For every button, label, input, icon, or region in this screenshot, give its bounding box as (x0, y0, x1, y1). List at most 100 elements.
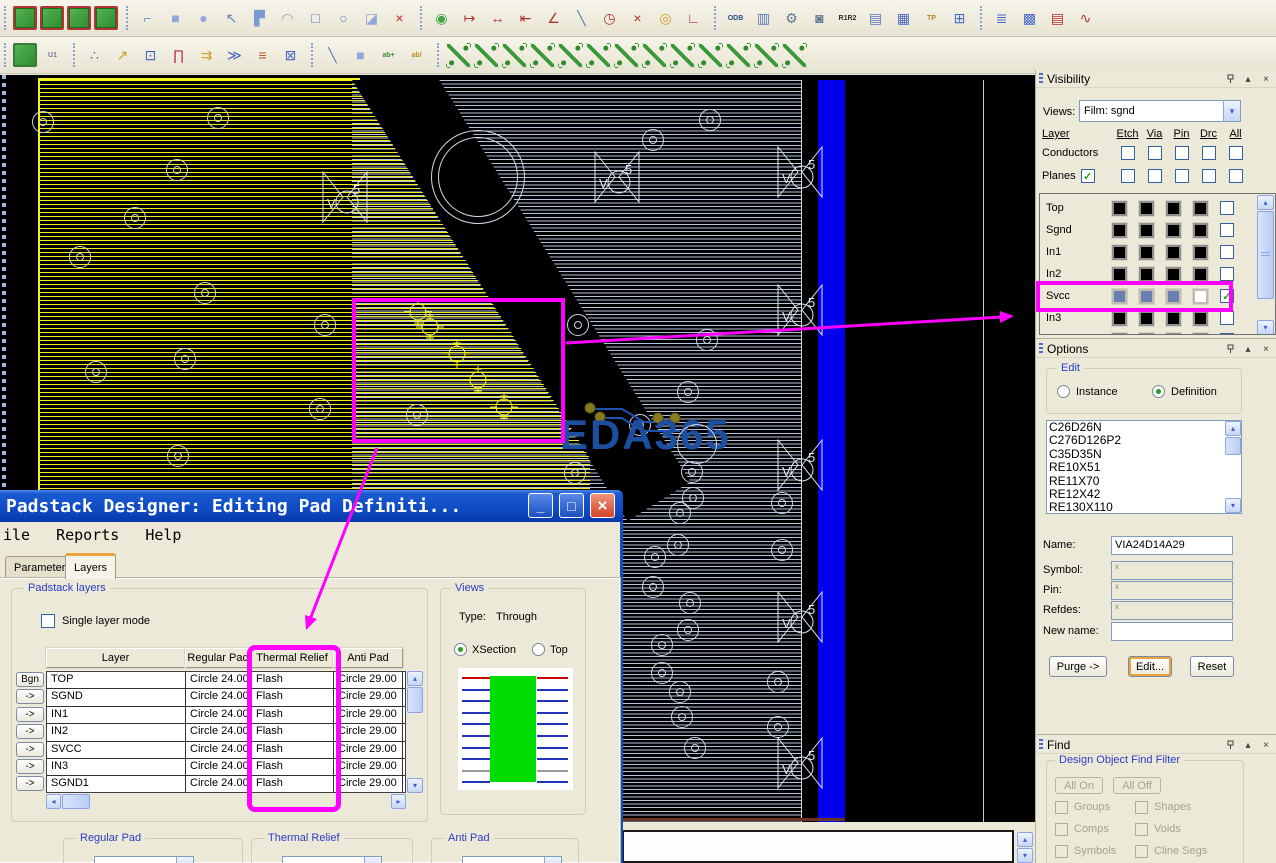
layer-color-swatch[interactable] (1112, 311, 1127, 326)
menu-ile[interactable]: ile (3, 526, 30, 544)
pin-dimension-icon[interactable]: ↦ (457, 6, 482, 31)
board-new-icon[interactable] (13, 6, 37, 30)
delete-vertex-icon[interactable]: × (387, 6, 412, 31)
toolbar-grip[interactable] (980, 6, 985, 30)
planes-drc-checkbox[interactable] (1202, 169, 1216, 183)
purge-button[interactable]: Purge -> (1049, 656, 1107, 677)
scroll-thumb[interactable] (407, 687, 423, 713)
conductors-all-checkbox[interactable] (1229, 146, 1243, 160)
find-checkbox[interactable] (1135, 845, 1148, 858)
toolbar-grip[interactable] (73, 43, 78, 67)
board-open-icon[interactable] (40, 6, 64, 30)
scroll-left-icon[interactable]: ◂ (46, 794, 61, 809)
collapse-icon[interactable]: ▴ (1241, 738, 1255, 752)
menu-reports[interactable]: Reports (56, 526, 119, 544)
regular-pad-cell[interactable]: Circle 24.00 (186, 672, 252, 688)
layer-color-swatch[interactable] (1112, 223, 1127, 238)
collapse-icon[interactable]: ▴ (1241, 342, 1255, 356)
status-rat-icon[interactable] (726, 43, 751, 68)
visibility-titlebar[interactable]: Visibility ▴ × (1036, 70, 1276, 88)
dimension-origin-icon[interactable]: ⇤ (513, 6, 538, 31)
layer-color-swatch[interactable] (1112, 245, 1127, 260)
padstack-list-item[interactable]: RE10X51 (1047, 461, 1241, 474)
minimize-button[interactable]: _ (528, 493, 553, 518)
column-header-via[interactable]: Via (1147, 128, 1163, 140)
single-layer-mode-checkbox[interactable]: Single layer mode (41, 614, 150, 628)
scroll-up-icon[interactable]: ▴ (1017, 832, 1033, 847)
toolbar-grip[interactable] (4, 6, 9, 30)
regular-pad-cell[interactable]: Circle 24.00 (186, 724, 252, 740)
layer-color-swatch[interactable] (1193, 267, 1208, 282)
step-route-icon[interactable]: ∏ (166, 43, 191, 68)
views-dropdown[interactable]: Film: sgnd ▾ (1079, 100, 1241, 122)
definition-radio[interactable]: Definition (1152, 385, 1217, 398)
layer-color-swatch[interactable] (1166, 333, 1181, 336)
drc-note-icon[interactable]: ▤ (1045, 6, 1070, 31)
board-zoom-icon[interactable]: ◉ (429, 6, 454, 31)
menu-help[interactable]: Help (145, 526, 181, 544)
close-icon[interactable]: × (1259, 72, 1273, 86)
find-checkbox[interactable] (1135, 801, 1148, 814)
layer-color-swatch[interactable] (1139, 201, 1154, 216)
layer-stack-icon[interactable]: ▥ (751, 6, 776, 31)
padstack-list-item[interactable]: C26D26N (1047, 421, 1241, 434)
layer-row-in1[interactable]: In1 (1040, 241, 1275, 263)
layer-color-swatch[interactable] (1193, 311, 1208, 326)
planes-checkbox[interactable]: ✓ (1081, 169, 1095, 183)
layer-row-partial[interactable] (1040, 329, 1275, 335)
close-icon[interactable]: × (1259, 342, 1273, 356)
layer-cell[interactable]: IN2 (47, 724, 186, 740)
add-rect-icon[interactable]: ■ (348, 43, 373, 68)
import-rat-icon[interactable] (670, 43, 695, 68)
find-checkbox[interactable] (1055, 801, 1068, 814)
show-rats-icon[interactable] (446, 43, 471, 68)
layer-color-swatch[interactable] (1139, 267, 1154, 282)
anti-pad-cell[interactable]: Circle 29.00 (334, 742, 403, 758)
planes-all-checkbox[interactable] (1229, 169, 1243, 183)
scroll-down-icon[interactable]: ▾ (1017, 848, 1033, 863)
pin-icon[interactable] (1223, 738, 1237, 752)
corner-angle-icon[interactable]: ∟ (681, 6, 706, 31)
layer-color-swatch[interactable] (1112, 333, 1127, 336)
layer-color-swatch[interactable] (1193, 223, 1208, 238)
row-button-in2[interactable]: -> (16, 724, 44, 739)
layer-color-swatch[interactable] (1166, 267, 1181, 282)
edit-text-icon[interactable]: ab/ (404, 43, 429, 68)
scroll-up-icon[interactable]: ▴ (407, 671, 423, 686)
chevron-down-icon[interactable]: ▾ (544, 857, 561, 863)
conductors-etch-checkbox[interactable] (1121, 146, 1135, 160)
dialog-titlebar[interactable]: Padstack Designer: Editing Pad Definiti.… (0, 490, 623, 522)
toolbar-grip[interactable] (714, 6, 719, 30)
padstack-list-item[interactable]: RE130X110 (1047, 501, 1241, 514)
padstack-row-in2[interactable]: IN2Circle 24.00FlashCircle 29.00 (47, 724, 405, 741)
list-red-icon[interactable]: ≡ (250, 43, 275, 68)
anti-pad-cell[interactable]: Circle 29.00 (334, 759, 403, 775)
layer-all-checkbox[interactable] (1220, 311, 1234, 325)
instance-radio[interactable]: Instance (1057, 385, 1118, 398)
scroll-down-icon[interactable]: ▾ (407, 778, 423, 793)
layer-cell[interactable]: TOP (47, 672, 186, 688)
pin-to-pin-icon[interactable]: ⇉ (194, 43, 219, 68)
toolbar-grip[interactable] (311, 43, 316, 67)
shape-arc-icon[interactable]: ◠ (275, 6, 300, 31)
fanout-rat-icon[interactable] (642, 43, 667, 68)
wrench-tool-icon[interactable]: ⚙ (779, 6, 804, 31)
pin-icon[interactable] (1223, 342, 1237, 356)
column-header-drc[interactable]: Drc (1200, 128, 1217, 140)
anti-pad-cell[interactable]: Circle 29.00 (334, 776, 403, 792)
report-book-icon[interactable]: ≣ (989, 6, 1014, 31)
anti-pad-cell[interactable]: Circle 29.00 (334, 689, 403, 705)
row-button-svcc[interactable]: -> (16, 742, 44, 757)
command-window[interactable] (622, 830, 1014, 863)
scroll-thumb[interactable] (1225, 437, 1241, 455)
scroll-up-icon[interactable]: ▴ (1257, 195, 1274, 210)
padstack-list-item[interactable]: C276D126P2 (1047, 434, 1241, 447)
find-checkbox[interactable] (1135, 823, 1148, 836)
shape-rect-filled-icon[interactable]: ■ (163, 6, 188, 31)
all-off-button[interactable]: All Off (1113, 777, 1161, 794)
conductors-drc-checkbox[interactable] (1202, 146, 1216, 160)
thermal-relief-dropdown[interactable]: ▾ (282, 856, 382, 863)
shape-shaded-icon[interactable]: ◪ (359, 6, 384, 31)
layer-color-swatch[interactable] (1139, 311, 1154, 326)
scroll-down-icon[interactable]: ▾ (1225, 498, 1241, 513)
